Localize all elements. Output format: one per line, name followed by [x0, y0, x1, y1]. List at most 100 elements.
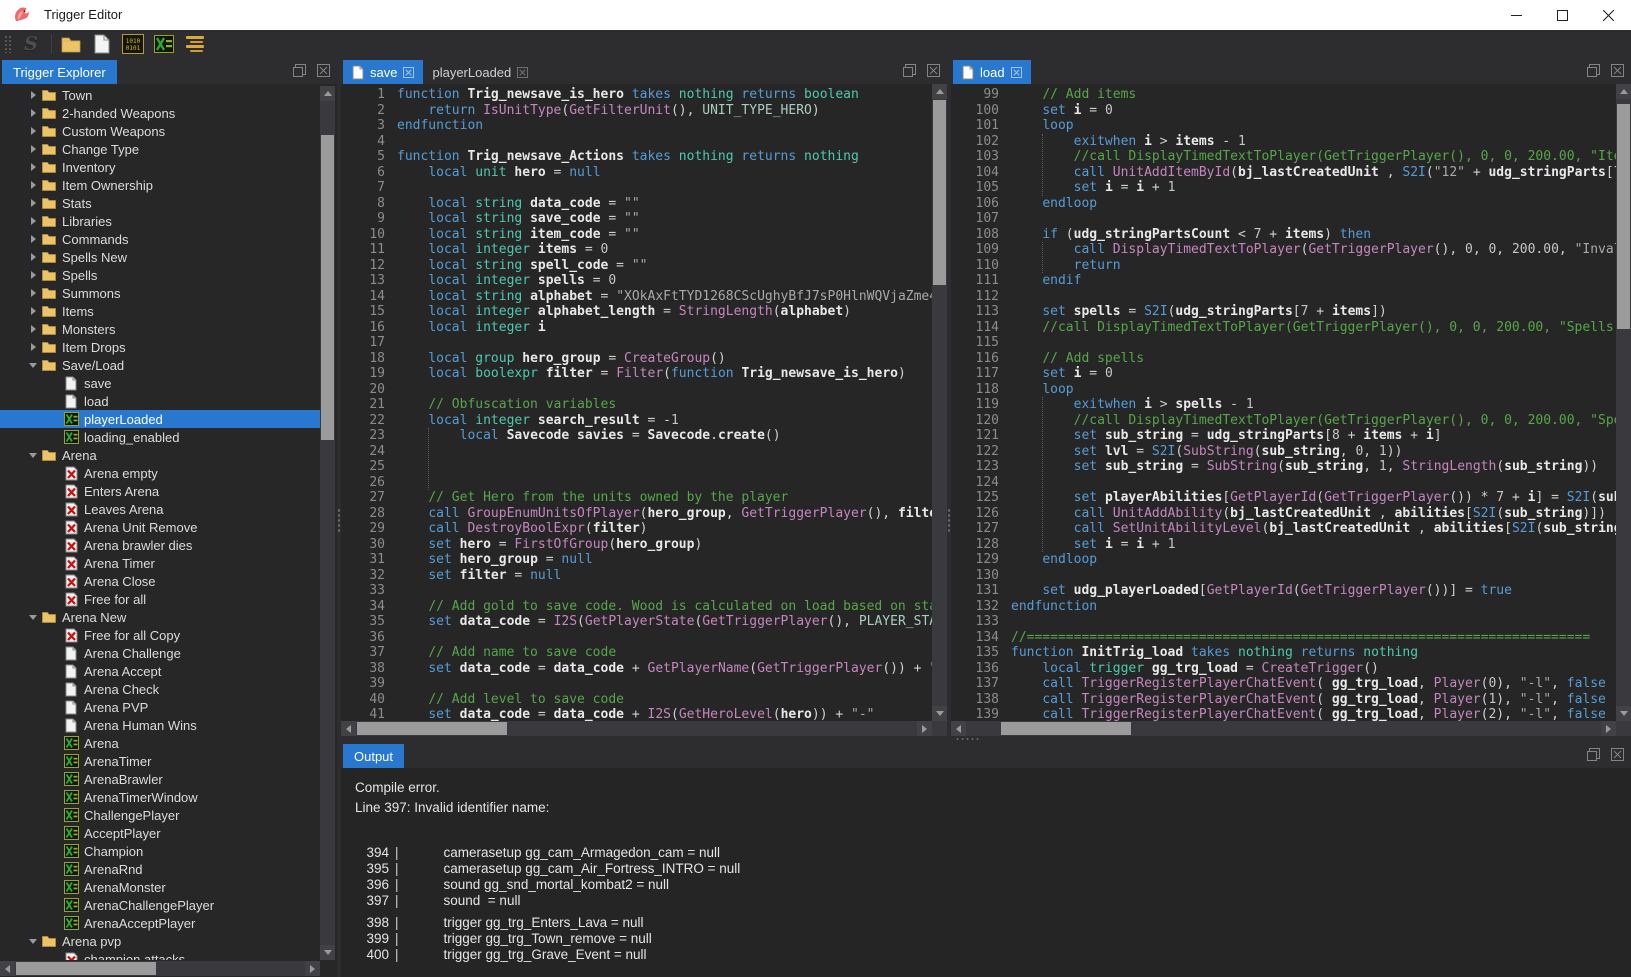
collapse-arrow-icon[interactable] [26, 127, 40, 135]
tree-vertical-scrollbar[interactable] [320, 86, 335, 960]
tree-item-spells[interactable]: Spells [0, 266, 320, 284]
float-panel-icon[interactable] [902, 63, 917, 78]
tree-item-arena-challenge[interactable]: Arena Challenge [0, 644, 320, 662]
tree-item-champion-attacks[interactable]: champion attacks [0, 950, 320, 960]
tree-item-arenarnd[interactable]: ArenaRnd [0, 860, 320, 878]
collapse-arrow-icon[interactable] [26, 307, 40, 315]
tree-item-arena-human-wins[interactable]: Arena Human Wins [0, 716, 320, 734]
scroll-left-button[interactable] [0, 961, 15, 976]
collapse-arrow-icon[interactable] [26, 235, 40, 243]
tree-item-leaves-arena[interactable]: Leaves Arena [0, 500, 320, 518]
tree-item-item-ownership[interactable]: Item Ownership [0, 176, 320, 194]
tree-item-arena-close[interactable]: Arena Close [0, 572, 320, 590]
tree-item-town[interactable]: Town [0, 86, 320, 104]
tree-item-arena-accept[interactable]: Arena Accept [0, 662, 320, 680]
tab-save[interactable]: save [343, 60, 423, 84]
tree-item-summons[interactable]: Summons [0, 284, 320, 302]
tree-item-arenachallengeplayer[interactable]: ArenaChallengePlayer [0, 896, 320, 914]
save-vertical-scrollbar[interactable] [932, 84, 947, 721]
float-panel-icon[interactable] [292, 63, 307, 78]
tree-item-arena-brawler-dies[interactable]: Arena brawler dies [0, 536, 320, 554]
float-panel-icon[interactable] [1586, 747, 1601, 762]
scroll-left-button[interactable] [951, 721, 966, 736]
tree-item-stats[interactable]: Stats [0, 194, 320, 212]
close-panel-icon[interactable] [926, 63, 941, 78]
scroll-thumb[interactable] [933, 100, 946, 285]
scroll-left-button[interactable] [341, 721, 356, 736]
tree-item-arena-check[interactable]: Arena Check [0, 680, 320, 698]
tree-item-enters-arena[interactable]: Enters Arena [0, 482, 320, 500]
close-tab-icon[interactable] [1011, 67, 1022, 78]
tesh-script-icon[interactable]: S [19, 33, 43, 55]
collapse-arrow-icon[interactable] [26, 217, 40, 225]
tree-item-arena-pvp[interactable]: Arena pvp [0, 932, 320, 950]
scroll-right-button[interactable] [1601, 721, 1616, 736]
tab-load[interactable]: load [953, 60, 1031, 84]
collapse-arrow-icon[interactable] [26, 271, 40, 279]
maximize-button[interactable] [1539, 0, 1585, 30]
scroll-right-button[interactable] [305, 961, 320, 976]
tree-item-save[interactable]: save [0, 374, 320, 392]
expand-arrow-icon[interactable] [26, 939, 40, 944]
tab-output[interactable]: Output [343, 744, 404, 768]
tree-item-challengeplayer[interactable]: ChallengePlayer [0, 806, 320, 824]
tree-item-arena[interactable]: Arena [0, 446, 320, 464]
collapse-arrow-icon[interactable] [26, 109, 40, 117]
scroll-thumb[interactable] [1617, 104, 1630, 329]
tree-item-arenamonster[interactable]: ArenaMonster [0, 878, 320, 896]
save-code-editor[interactable]: 1function Trig_newsave_is_hero takes not… [341, 84, 947, 723]
collapse-arrow-icon[interactable] [26, 325, 40, 333]
list-icon[interactable] [183, 33, 207, 55]
tree-item-monsters[interactable]: Monsters [0, 320, 320, 338]
tree-item-custom-weapons[interactable]: Custom Weapons [0, 122, 320, 140]
tree-horizontal-scrollbar[interactable] [0, 961, 320, 976]
tree-item-arenabrawler[interactable]: ArenaBrawler [0, 770, 320, 788]
new-trigger-icon[interactable] [90, 33, 114, 55]
toolbar-drag-grip[interactable] [4, 35, 12, 53]
tree-item-item-drops[interactable]: Item Drops [0, 338, 320, 356]
float-panel-icon[interactable] [1586, 63, 1601, 78]
new-script-icon[interactable] [152, 33, 176, 55]
close-button[interactable] [1585, 0, 1631, 30]
binary-icon[interactable]: 10100101 [121, 33, 145, 55]
tree-item-arenatimer[interactable]: ArenaTimer [0, 752, 320, 770]
tree-item-free-for-all[interactable]: Free for all [0, 590, 320, 608]
tree-item-arena-new[interactable]: Arena New [0, 608, 320, 626]
trigger-tree[interactable]: Town2-handed WeaponsCustom WeaponsChange… [0, 86, 320, 960]
tree-item-2-handed-weapons[interactable]: 2-handed Weapons [0, 104, 320, 122]
tree-item-load[interactable]: load [0, 392, 320, 410]
load-code-editor[interactable]: 99 // Add items100 set i = 0101 loop102 … [951, 84, 1631, 738]
tree-item-arena[interactable]: Arena [0, 734, 320, 752]
collapse-arrow-icon[interactable] [26, 253, 40, 261]
scroll-thumb[interactable] [357, 722, 507, 735]
collapse-arrow-icon[interactable] [26, 343, 40, 351]
save-horizontal-scrollbar[interactable] [341, 721, 932, 736]
expand-arrow-icon[interactable] [26, 453, 40, 458]
scroll-right-button[interactable] [917, 721, 932, 736]
close-tab-icon[interactable] [517, 67, 528, 78]
tree-item-commands[interactable]: Commands [0, 230, 320, 248]
tree-item-inventory[interactable]: Inventory [0, 158, 320, 176]
collapse-arrow-icon[interactable] [26, 289, 40, 297]
expand-arrow-icon[interactable] [26, 615, 40, 620]
collapse-arrow-icon[interactable] [26, 181, 40, 189]
scroll-down-button[interactable] [932, 706, 947, 721]
tree-item-arena-timer[interactable]: Arena Timer [0, 554, 320, 572]
load-horizontal-scrollbar[interactable] [951, 721, 1616, 736]
tree-item-save-load[interactable]: Save/Load [0, 356, 320, 374]
explorer-title-tab[interactable]: Trigger Explorer [2, 60, 117, 84]
tree-item-libraries[interactable]: Libraries [0, 212, 320, 230]
tree-item-arenatimerwindow[interactable]: ArenaTimerWindow [0, 788, 320, 806]
tree-item-arena-empty[interactable]: Arena empty [0, 464, 320, 482]
scroll-down-button[interactable] [320, 945, 335, 960]
new-folder-icon[interactable] [59, 33, 83, 55]
tree-item-arena-unit-remove[interactable]: Arena Unit Remove [0, 518, 320, 536]
tree-item-items[interactable]: Items [0, 302, 320, 320]
scroll-down-button[interactable] [1616, 706, 1631, 721]
tree-item-loading-enabled[interactable]: loading_enabled [0, 428, 320, 446]
scroll-up-button[interactable] [932, 84, 947, 99]
load-vertical-scrollbar[interactable] [1616, 84, 1631, 721]
tree-item-arena-pvp[interactable]: Arena PVP [0, 698, 320, 716]
tree-item-free-for-all-copy[interactable]: Free for all Copy [0, 626, 320, 644]
collapse-arrow-icon[interactable] [26, 91, 40, 99]
